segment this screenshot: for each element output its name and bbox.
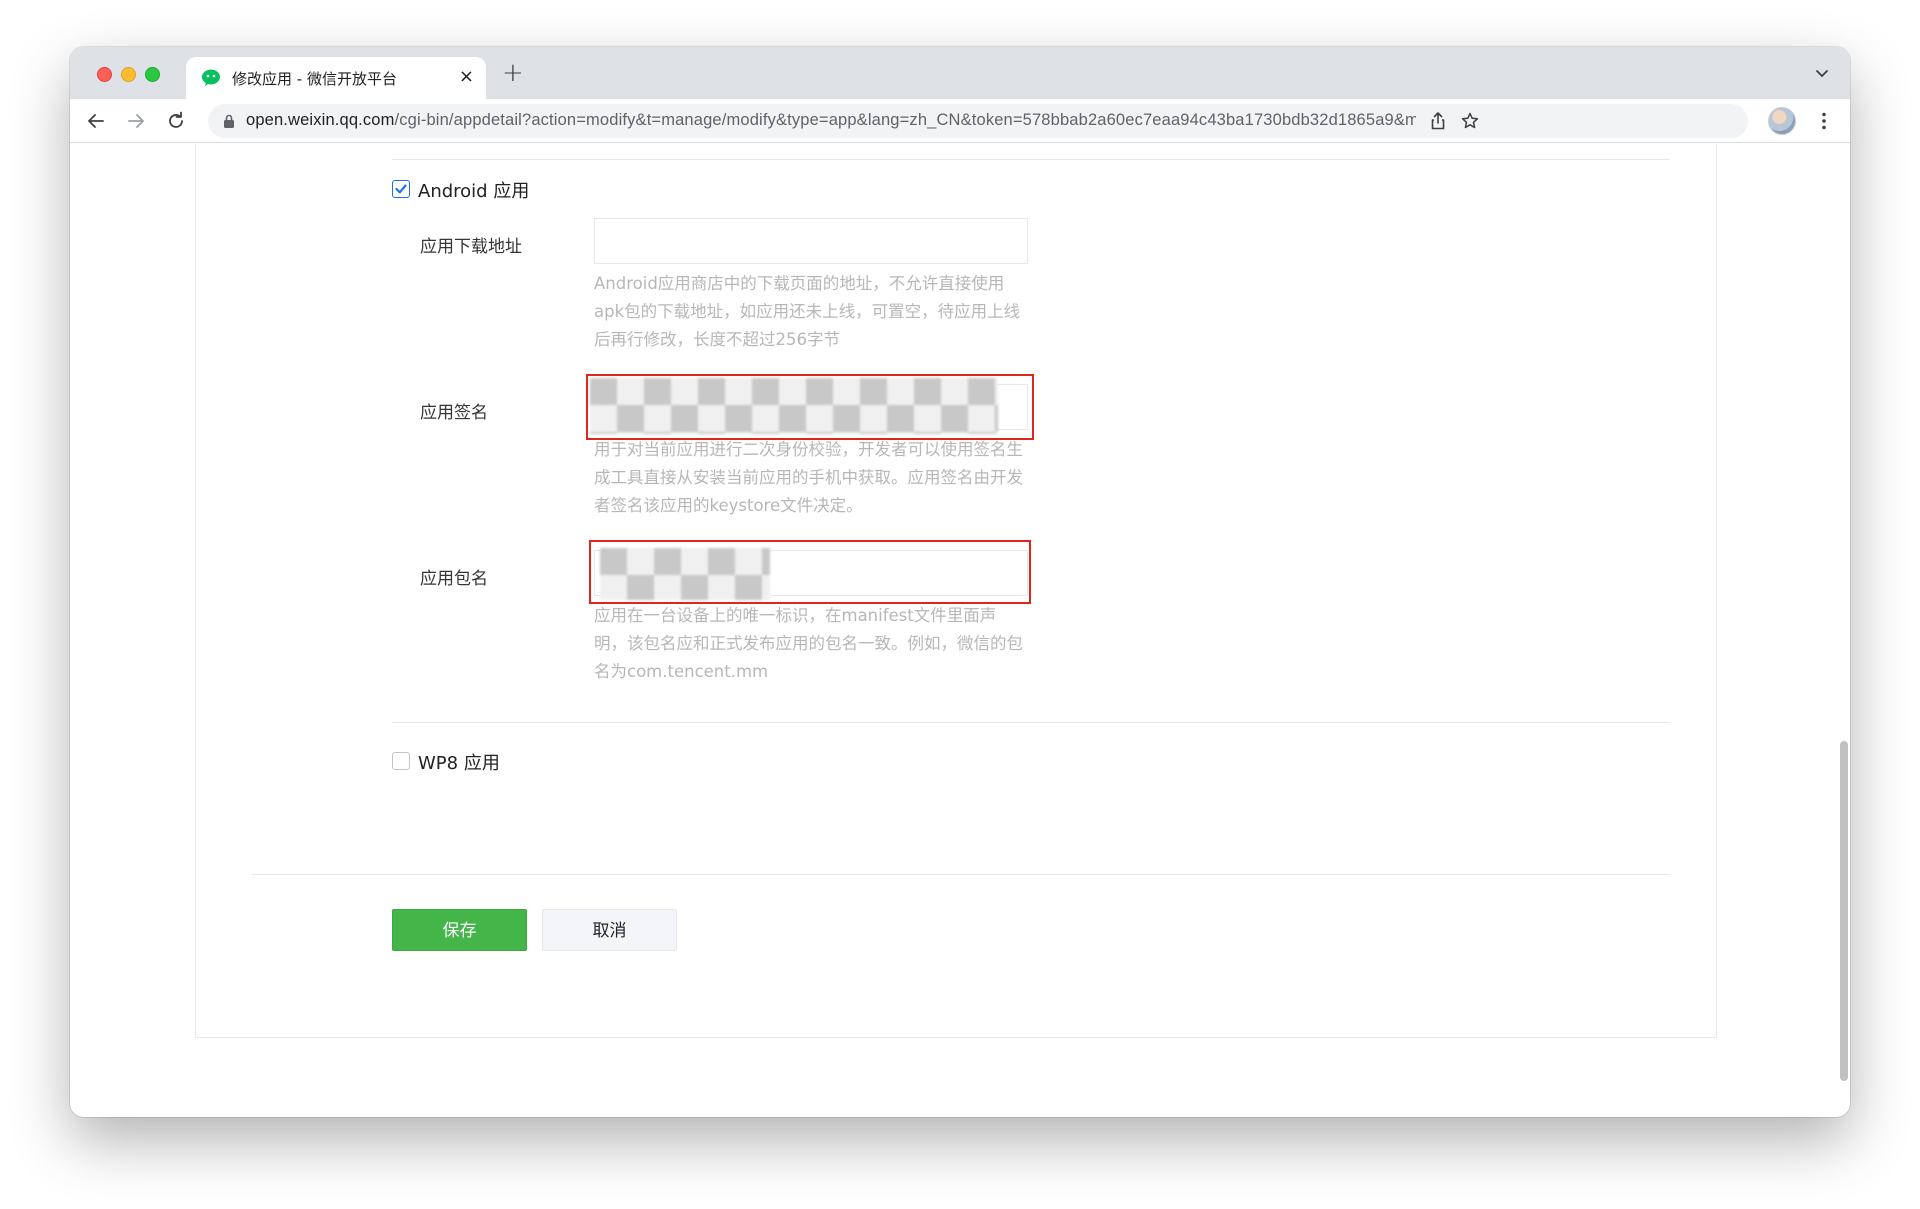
title-bar: 修改应用 - 微信开放平台 × + — [70, 47, 1850, 99]
android-label: Android 应用 — [418, 181, 530, 202]
signature-tip: 用于对当前应用进行二次身份校验，开发者可以使用签名生成工具直接从安装当前应用的手… — [594, 440, 1023, 515]
bookmark-star-icon[interactable] — [1460, 111, 1480, 131]
download-url-input[interactable] — [594, 218, 1028, 264]
browser-tab[interactable]: 修改应用 - 微信开放平台 × — [186, 57, 486, 99]
chevron-down-icon[interactable] — [1812, 63, 1832, 83]
url-text[interactable]: open.weixin.qq.com/cgi-bin/appdetail?act… — [246, 111, 1416, 130]
cancel-button[interactable]: 取消 — [542, 909, 677, 951]
forward-arrow-icon[interactable] — [124, 109, 148, 133]
lock-icon[interactable] — [222, 113, 236, 129]
tab-close-icon[interactable]: × — [459, 67, 474, 87]
browser-window: 修改应用 - 微信开放平台 × + open.weixin.qq.com/cgi… — [70, 47, 1850, 1117]
divider — [392, 159, 1670, 160]
download-url-label: 应用下载地址 — [420, 237, 522, 257]
save-button[interactable]: 保存 — [392, 909, 527, 951]
package-highlight-box — [589, 540, 1031, 604]
wp8-label: WP8 应用 — [418, 753, 500, 774]
minimize-window-button[interactable] — [121, 67, 136, 82]
browser-toolbar: open.weixin.qq.com/cgi-bin/appdetail?act… — [70, 99, 1850, 143]
profile-avatar[interactable] — [1768, 107, 1796, 135]
wp8-checkbox[interactable] — [392, 752, 410, 770]
package-label: 应用包名 — [420, 569, 488, 589]
wechat-icon — [202, 69, 220, 86]
address-bar[interactable]: open.weixin.qq.com/cgi-bin/appdetail?act… — [208, 104, 1748, 138]
more-vertical-icon[interactable] — [1812, 109, 1836, 133]
signature-highlight-box — [586, 374, 1034, 440]
reload-icon[interactable] — [164, 109, 188, 133]
close-window-button[interactable] — [97, 67, 112, 82]
package-tip: 应用在一台设备上的唯一标识，在manifest文件里面声明，该包名应和正式发布应… — [594, 606, 1023, 681]
maximize-window-button[interactable] — [145, 67, 160, 82]
signature-label: 应用签名 — [420, 403, 488, 423]
download-url-tip: Android应用商店中的下载页面的地址，不允许直接使用apk包的下载地址，如应… — [594, 274, 1021, 349]
url-path: /cgi-bin/appdetail?action=modify&t=manag… — [394, 111, 1416, 129]
back-arrow-icon[interactable] — [84, 109, 108, 133]
divider — [252, 874, 1670, 875]
checkmark-icon — [395, 184, 407, 194]
new-tab-button[interactable]: + — [502, 59, 524, 87]
tab-title: 修改应用 - 微信开放平台 — [232, 70, 397, 88]
url-host: open.weixin.qq.com — [246, 111, 395, 129]
divider — [392, 722, 1670, 723]
page-viewport: Android 应用 应用下载地址 Android应用商店中的下载页面的地址，不… — [70, 144, 1850, 1117]
page-scrollbar[interactable] — [1840, 741, 1848, 1081]
android-checkbox[interactable] — [392, 180, 410, 198]
share-icon[interactable] — [1428, 111, 1448, 131]
